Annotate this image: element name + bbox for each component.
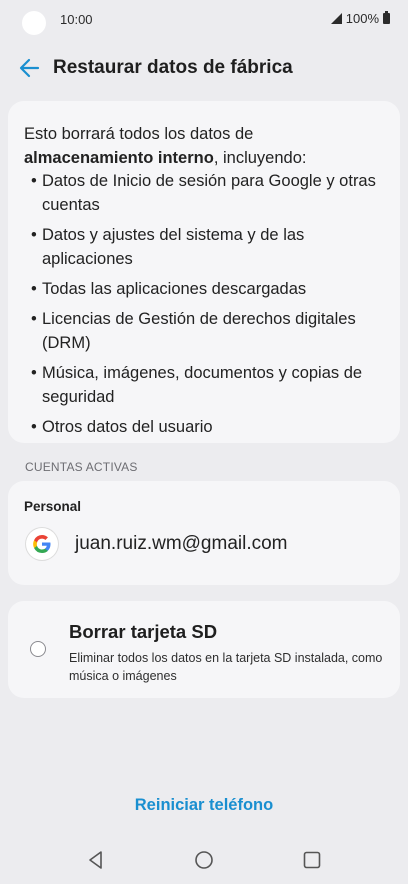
navigation-bar bbox=[0, 836, 408, 884]
account-email: juan.ruiz.wm@gmail.com bbox=[75, 533, 288, 554]
info-intro: Esto borrará todos los datos de almacena… bbox=[24, 122, 384, 170]
google-icon bbox=[26, 528, 58, 560]
list-item: Todas las aplicaciones descargadas bbox=[30, 277, 390, 301]
account-row[interactable]: juan.ruiz.wm@gmail.com bbox=[24, 525, 384, 563]
app-bar: Restaurar datos de fábrica bbox=[0, 44, 408, 92]
list-item: Licencias de Gestión de derechos digital… bbox=[30, 307, 390, 355]
erase-sd-title: Borrar tarjeta SD bbox=[69, 621, 218, 642]
intro-suffix: , incluyendo: bbox=[213, 149, 307, 167]
reset-phone-button[interactable]: Reiniciar teléfono bbox=[0, 796, 408, 815]
erase-sd-description: Eliminar todos los datos en la tarjeta S… bbox=[69, 651, 383, 683]
erase-sd-option[interactable]: Borrar tarjeta SD Eliminar todos los dat… bbox=[8, 601, 400, 698]
back-arrow-icon[interactable] bbox=[16, 54, 44, 82]
status-indicators: 100% bbox=[330, 11, 390, 26]
camera-cutout bbox=[22, 11, 46, 35]
nav-back-icon[interactable] bbox=[84, 848, 108, 872]
nav-recents-icon[interactable] bbox=[300, 848, 324, 872]
nav-home-icon[interactable] bbox=[192, 848, 216, 872]
intro-bold: almacenamiento interno bbox=[24, 149, 214, 167]
status-time: 10:00 bbox=[60, 12, 93, 27]
list-item: Datos y ajustes del sistema y de las apl… bbox=[30, 223, 390, 271]
page-title: Restaurar datos de fábrica bbox=[53, 57, 293, 78]
account-group-label: Personal bbox=[24, 499, 82, 514]
intro-prefix: Esto borrará todos los datos de bbox=[24, 125, 254, 143]
status-bar: 10:00 100% bbox=[0, 0, 408, 40]
reset-info-card: Esto borrará todos los datos de almacena… bbox=[8, 101, 400, 443]
signal-icon bbox=[330, 13, 342, 24]
list-item: Datos de Inicio de sesión para Google y … bbox=[30, 169, 390, 217]
data-list: Datos de Inicio de sesión para Google y … bbox=[30, 169, 390, 439]
list-item: Música, imágenes, documentos y copias de… bbox=[30, 361, 390, 409]
battery-icon bbox=[383, 11, 390, 24]
list-item: Otros datos del usuario bbox=[30, 415, 390, 439]
section-header-accounts: CUENTAS ACTIVAS bbox=[25, 460, 138, 474]
battery-percent: 100% bbox=[345, 11, 379, 26]
accounts-card: Personal juan.ruiz.wm@gmail.com bbox=[8, 481, 400, 585]
erase-sd-checkbox[interactable] bbox=[30, 641, 46, 657]
